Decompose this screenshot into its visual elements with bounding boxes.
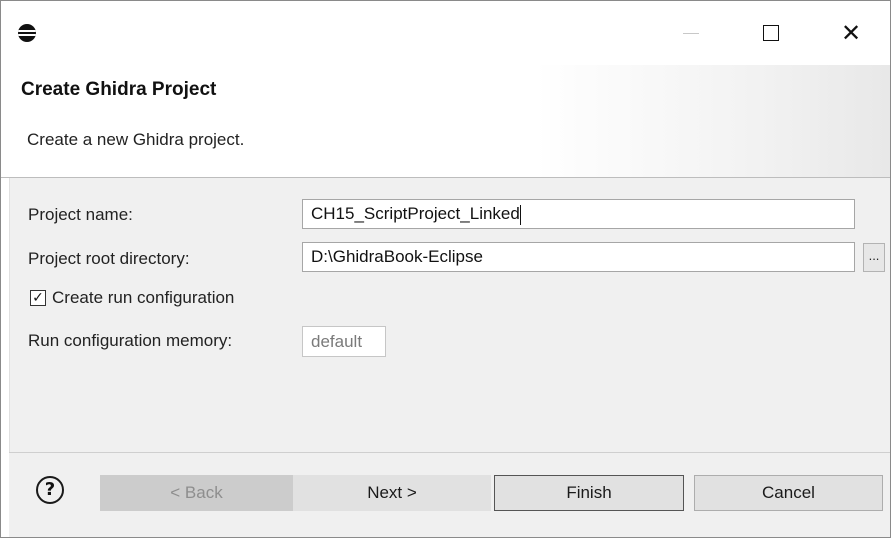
cancel-button[interactable]: Cancel bbox=[694, 475, 883, 511]
run-configuration-memory-label: Run configuration memory: bbox=[28, 331, 233, 350]
wizard-header: Create Ghidra Project Create a new Ghidr… bbox=[1, 65, 890, 178]
maximize-icon bbox=[763, 25, 779, 41]
wizard-body: Project name: CH15_ScriptProject_Linked … bbox=[9, 178, 890, 452]
wizard-footer: ? < Back Next > Finish Cancel bbox=[9, 452, 890, 537]
maximize-button[interactable] bbox=[751, 15, 791, 51]
create-run-configuration-checkbox[interactable]: ✓ bbox=[30, 290, 46, 306]
next-button[interactable]: Next > bbox=[293, 475, 491, 511]
minimize-icon bbox=[683, 32, 699, 34]
run-configuration-memory-value: default bbox=[311, 332, 363, 351]
browse-button[interactable]: ... bbox=[863, 243, 885, 272]
project-root-directory-value: D:\GhidraBook-Eclipse bbox=[311, 247, 483, 266]
create-run-configuration-checkbox-row[interactable]: ✓ Create run configuration bbox=[30, 288, 234, 308]
back-button[interactable]: < Back bbox=[100, 475, 293, 511]
project-root-directory-label: Project root directory: bbox=[28, 249, 190, 268]
finish-button[interactable]: Finish bbox=[494, 475, 684, 511]
page-description: Create a new Ghidra project. bbox=[27, 130, 245, 149]
project-root-directory-input[interactable]: D:\GhidraBook-Eclipse bbox=[302, 242, 855, 272]
close-button[interactable]: ✕ bbox=[831, 15, 871, 51]
project-name-value: CH15_ScriptProject_Linked bbox=[311, 204, 520, 223]
help-icon[interactable]: ? bbox=[36, 476, 64, 504]
run-configuration-memory-input[interactable]: default bbox=[302, 326, 386, 357]
page-title: Create Ghidra Project bbox=[21, 79, 217, 100]
text-caret bbox=[519, 204, 521, 225]
checkmark-icon: ✓ bbox=[32, 290, 44, 306]
project-name-label: Project name: bbox=[28, 205, 133, 224]
minimize-button[interactable] bbox=[671, 15, 711, 51]
close-icon: ✕ bbox=[840, 19, 862, 47]
create-ghidra-project-dialog: ✕ Create Ghidra Project Create a new Ghi… bbox=[0, 0, 891, 538]
project-name-input[interactable]: CH15_ScriptProject_Linked bbox=[302, 199, 855, 229]
eclipse-icon bbox=[18, 24, 36, 42]
title-bar: ✕ bbox=[1, 1, 890, 65]
create-run-configuration-label: Create run configuration bbox=[52, 288, 235, 307]
